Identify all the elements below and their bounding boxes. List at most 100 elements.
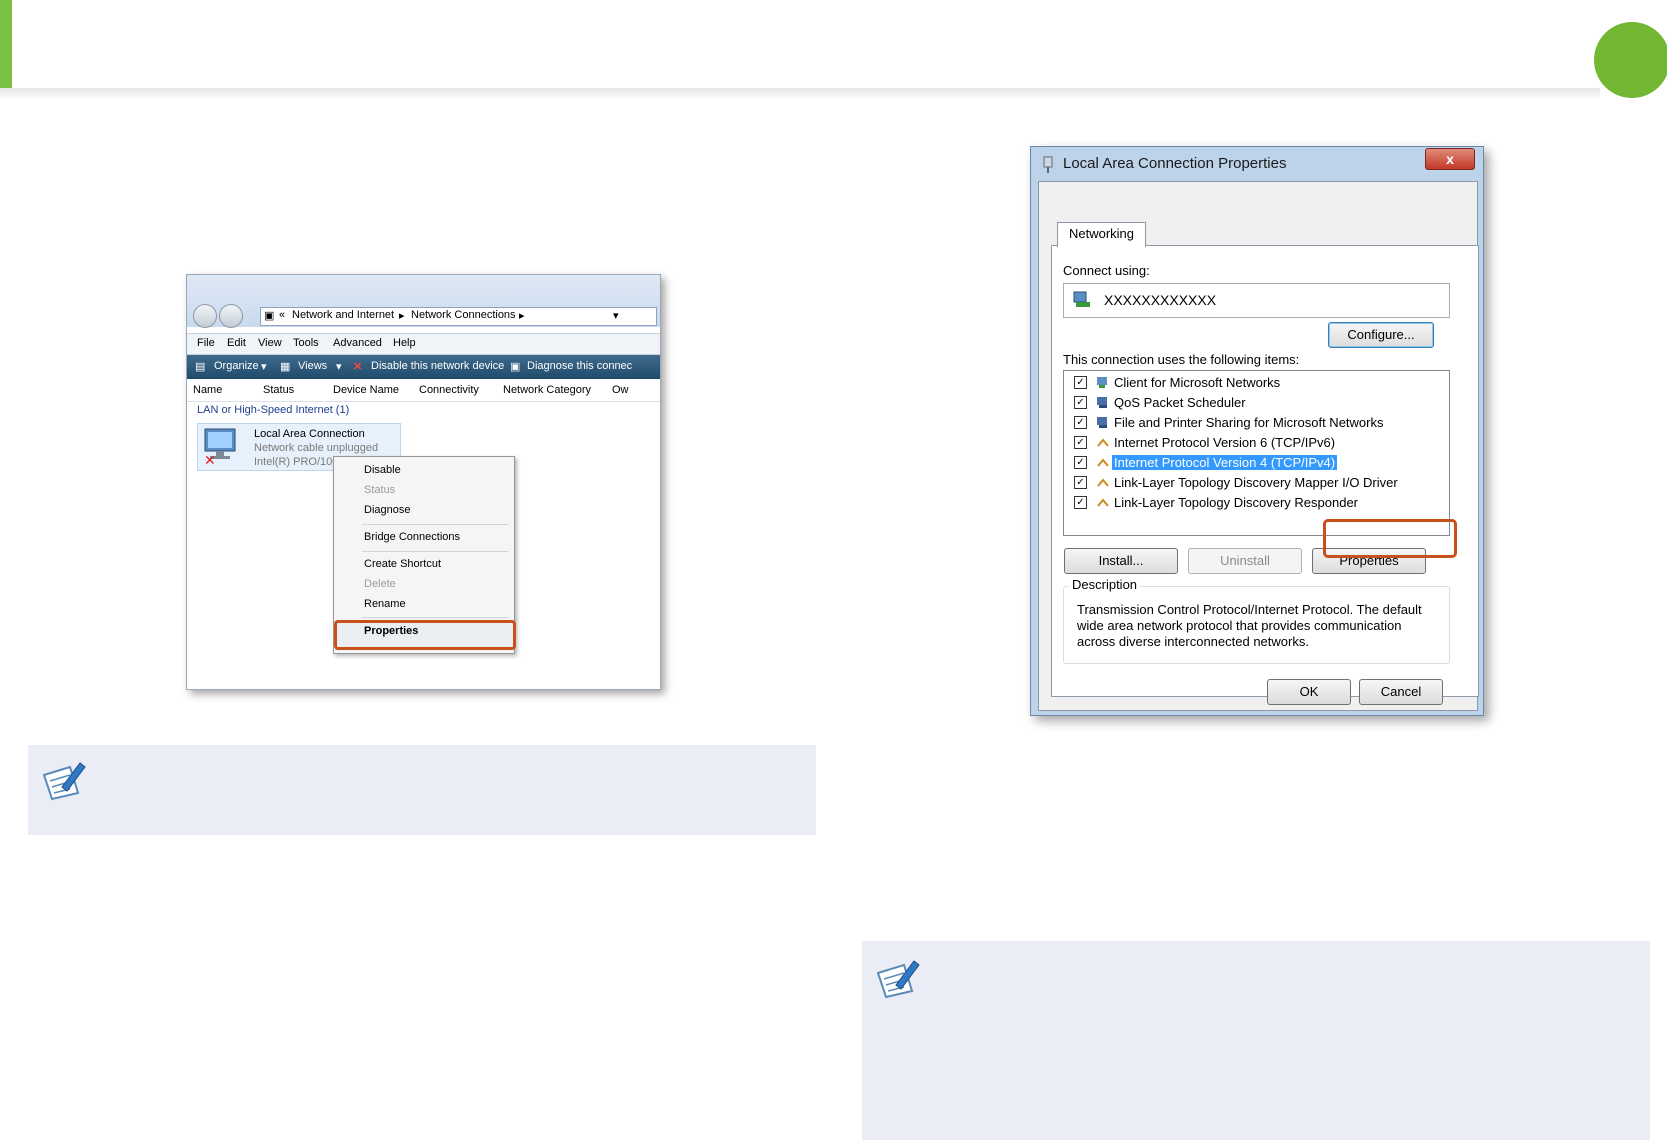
item-label: Internet Protocol Version 6 (TCP/IPv6) bbox=[1114, 435, 1336, 450]
menu-help[interactable]: Help bbox=[393, 337, 416, 349]
item-label: Client for Microsoft Networks bbox=[1114, 375, 1281, 390]
network-client-icon bbox=[1097, 377, 1107, 388]
chevron-down-icon: ▾ bbox=[261, 361, 267, 373]
network-service-icon bbox=[1097, 417, 1107, 428]
menu-item-bridge-connections[interactable]: Bridge Connections bbox=[364, 531, 460, 543]
menu-item-diagnose[interactable]: Diagnose bbox=[364, 504, 410, 516]
column-device-name[interactable]: Device Name bbox=[333, 384, 399, 396]
breadcrumb-overflow[interactable]: « bbox=[279, 309, 285, 321]
list-item[interactable]: ✓ File and Printer Sharing for Microsoft… bbox=[1064, 413, 1444, 433]
chevron-down-icon[interactable]: ▾ bbox=[613, 309, 619, 322]
note-pencil-icon bbox=[42, 762, 86, 801]
breadcrumb-network-and-internet[interactable]: Network and Internet bbox=[292, 309, 394, 321]
command-bar: ▤ Organize ▾ ▦ Views ▾ ✕ Disable this ne… bbox=[187, 355, 660, 379]
menu-item-delete[interactable]: Delete bbox=[364, 578, 396, 590]
forward-button[interactable] bbox=[219, 304, 243, 328]
column-name[interactable]: Name bbox=[193, 384, 222, 396]
item-checkbox[interactable]: ✓ bbox=[1074, 476, 1087, 489]
views-icon: ▦ bbox=[280, 361, 291, 373]
item-label: QoS Packet Scheduler bbox=[1114, 395, 1246, 410]
item-label: File and Printer Sharing for Microsoft N… bbox=[1114, 415, 1384, 430]
disable-device-button[interactable]: Disable this network device bbox=[371, 360, 504, 372]
menu-advanced[interactable]: Advanced bbox=[333, 337, 382, 349]
menu-separator bbox=[362, 524, 508, 525]
menu-item-properties[interactable]: Properties bbox=[364, 625, 418, 637]
menu-file[interactable]: File bbox=[197, 337, 215, 349]
item-label: Link-Layer Topology Discovery Mapper I/O… bbox=[1114, 475, 1398, 490]
list-item[interactable]: ✓ QoS Packet Scheduler bbox=[1064, 393, 1444, 413]
list-item[interactable]: ✓ Internet Protocol Version 6 (TCP/IPv6) bbox=[1064, 433, 1444, 453]
network-adapter-icon bbox=[1073, 291, 1090, 307]
connect-using-label: Connect using: bbox=[1063, 263, 1150, 278]
connection-name: Local Area Connection bbox=[254, 428, 365, 440]
network-service-icon bbox=[1097, 397, 1107, 408]
chevron-right-icon: ▸ bbox=[399, 310, 405, 322]
item-checkbox[interactable]: ✓ bbox=[1074, 436, 1087, 449]
menu-edit[interactable]: Edit bbox=[227, 337, 246, 349]
network-connection-icon bbox=[1043, 156, 1053, 173]
chevron-right-icon: ▸ bbox=[519, 310, 525, 322]
description-label: Description bbox=[1069, 577, 1141, 592]
connection-device: Intel(R) PRO/100 bbox=[254, 456, 339, 468]
diagnose-icon: ▣ bbox=[510, 361, 521, 373]
network-folder-icon: ▣ bbox=[264, 310, 275, 322]
menu-view[interactable]: View bbox=[258, 337, 282, 349]
column-owner[interactable]: Ow bbox=[612, 384, 629, 396]
organize-icon: ▤ bbox=[195, 361, 206, 373]
menu-separator bbox=[362, 551, 508, 552]
menu-item-status[interactable]: Status bbox=[364, 484, 395, 496]
group-header[interactable]: LAN or High-Speed Internet (1) bbox=[197, 404, 349, 416]
menu-item-disable[interactable]: Disable bbox=[364, 464, 401, 476]
configure-button[interactable]: Configure... bbox=[1328, 322, 1434, 348]
menu-bar: File Edit View Tools Advanced Help bbox=[187, 333, 660, 355]
item-checkbox[interactable]: ✓ bbox=[1074, 416, 1087, 429]
note-pencil-icon bbox=[876, 960, 920, 999]
item-checkbox[interactable]: ✓ bbox=[1074, 376, 1087, 389]
svg-text:✕: ✕ bbox=[204, 453, 216, 466]
menu-item-rename[interactable]: Rename bbox=[364, 598, 406, 610]
breadcrumb-network-connections[interactable]: Network Connections bbox=[411, 309, 516, 321]
item-checkbox[interactable]: ✓ bbox=[1074, 456, 1087, 469]
menu-tools[interactable]: Tools bbox=[293, 337, 319, 349]
adapter-name: XXXXXXXXXXXX bbox=[1104, 292, 1217, 308]
properties-button-highlight bbox=[1323, 519, 1457, 558]
protocol-icon bbox=[1097, 458, 1109, 467]
dialog-title: Local Area Connection Properties bbox=[1063, 155, 1287, 172]
cancel-button[interactable]: Cancel bbox=[1359, 679, 1443, 705]
description-text: Transmission Control Protocol/Internet P… bbox=[1077, 602, 1422, 649]
item-label: Link-Layer Topology Discovery Responder bbox=[1114, 495, 1358, 510]
dialog-body: Networking Connect using: XXXXXXXXXXXX C… bbox=[1038, 181, 1479, 711]
diagnose-button[interactable]: Diagnose this connec bbox=[527, 360, 632, 372]
list-item[interactable]: ✓ Link-Layer Topology Discovery Responde… bbox=[1064, 493, 1444, 513]
list-item-selected[interactable]: ✓ Internet Protocol Version 4 (TCP/IPv4) bbox=[1064, 453, 1444, 473]
list-item[interactable]: ✓ Link-Layer Topology Discovery Mapper I… bbox=[1064, 473, 1444, 493]
header-divider bbox=[0, 88, 1600, 100]
item-checkbox[interactable]: ✓ bbox=[1074, 496, 1087, 509]
close-button[interactable]: x bbox=[1425, 148, 1475, 170]
views-button[interactable]: Views bbox=[298, 360, 327, 372]
note-box bbox=[28, 745, 816, 835]
list-item[interactable]: ✓ Client for Microsoft Networks bbox=[1064, 373, 1444, 393]
items-list: ✓ Client for Microsoft Networks ✓ QoS Pa… bbox=[1063, 370, 1450, 536]
protocol-icon bbox=[1097, 438, 1109, 447]
back-button[interactable] bbox=[193, 304, 217, 328]
note-box bbox=[862, 941, 1650, 1140]
adapter-field[interactable]: XXXXXXXXXXXX bbox=[1063, 283, 1450, 318]
chapter-dot bbox=[1594, 22, 1667, 98]
item-checkbox[interactable]: ✓ bbox=[1074, 396, 1087, 409]
chevron-down-icon: ▾ bbox=[336, 361, 342, 373]
item-label: Internet Protocol Version 4 (TCP/IPv4) bbox=[1110, 454, 1339, 471]
address-field[interactable]: ▣ « Network and Internet ▸ Network Conne… bbox=[260, 307, 657, 326]
menu-item-create-shortcut[interactable]: Create Shortcut bbox=[364, 558, 441, 570]
header-accent-bar bbox=[0, 0, 12, 88]
column-network-category[interactable]: Network Category bbox=[503, 384, 591, 396]
organize-button[interactable]: Organize bbox=[214, 360, 259, 372]
column-status[interactable]: Status bbox=[263, 384, 294, 396]
column-headers: Name Status Device Name Connectivity Net… bbox=[187, 379, 660, 402]
install-button[interactable]: Install... bbox=[1064, 548, 1178, 574]
uninstall-button[interactable]: Uninstall bbox=[1188, 548, 1302, 574]
properties-highlight bbox=[334, 620, 516, 650]
tab-networking[interactable]: Networking bbox=[1057, 222, 1146, 247]
column-connectivity[interactable]: Connectivity bbox=[419, 384, 479, 396]
ok-button[interactable]: OK bbox=[1267, 679, 1351, 705]
